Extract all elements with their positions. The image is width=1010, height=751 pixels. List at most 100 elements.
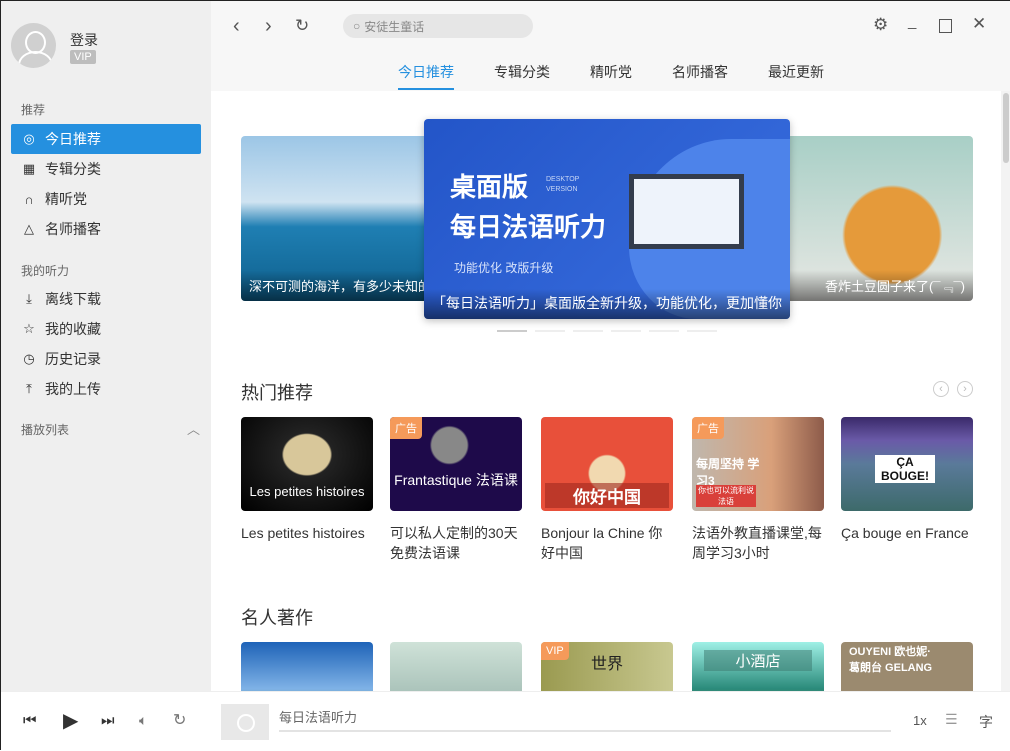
scrollbar[interactable]	[1001, 91, 1010, 691]
maximize-button[interactable]	[939, 19, 952, 33]
album-card[interactable]: Les petites histoires	[241, 417, 373, 511]
next-track-button[interactable]: ⏭	[101, 712, 115, 729]
speed-button[interactable]: 1x	[913, 713, 927, 728]
close-button[interactable]: ✕	[972, 14, 986, 34]
sidebar-item-label: 今日推荐	[45, 129, 101, 149]
card-overlay: 你也可以流利说法语	[696, 485, 756, 507]
album-title[interactable]: 可以私人定制的30天免费法语课	[390, 523, 525, 563]
ad-badge: 广告	[692, 417, 724, 439]
carousel-dot[interactable]	[535, 330, 565, 332]
tab-intensive[interactable]: 精听党	[590, 62, 632, 82]
headphones-icon: ∩	[21, 192, 37, 207]
album-card[interactable]: ÇA BOUGE!	[841, 417, 973, 511]
banner-title: 桌面版	[450, 167, 528, 204]
search-placeholder: 安徒生童话	[364, 18, 424, 35]
banner-title: 每日法语听力	[450, 207, 606, 244]
tab-albums[interactable]: 专辑分类	[494, 62, 550, 82]
avatar[interactable]	[11, 23, 56, 68]
section-title-hot: 热门推荐	[241, 379, 313, 405]
sidebar-item-downloads[interactable]: ⤓ 离线下载	[11, 284, 201, 314]
carousel-dot[interactable]	[649, 330, 679, 332]
carousel-dot[interactable]	[573, 330, 603, 332]
tab-podcasts[interactable]: 名师播客	[672, 62, 728, 82]
chevron-up-icon[interactable]: ︿	[187, 419, 200, 438]
previous-track-button[interactable]: ⏮	[23, 712, 37, 729]
sidebar-item-favorites[interactable]: ☆ 我的收藏	[11, 314, 201, 344]
sidebar-item-uploads[interactable]: ⤒ 我的上传	[11, 374, 201, 404]
banner-right[interactable]: 香炸土豆圆子来了(¯﹃¯)	[771, 136, 973, 301]
tab-today[interactable]: 今日推荐	[398, 62, 454, 82]
next-arrow-button[interactable]: ›	[957, 381, 973, 397]
banner-en: DESKTOPVERSION	[546, 175, 579, 195]
progress-bar[interactable]	[279, 730, 891, 732]
track-cover	[221, 704, 269, 740]
ad-badge: 广告	[390, 417, 422, 439]
refresh-button[interactable]: ↻	[295, 16, 309, 36]
top-bar: ‹ › ↻ ○安徒生童话 ⚙ _ ✕ 今日推荐 专辑分类 精听党 名师播客 最近…	[211, 1, 1010, 91]
gear-icon[interactable]: ⚙	[873, 15, 888, 35]
carousel-dot[interactable]	[611, 330, 641, 332]
sidebar-item-label: 精听党	[45, 189, 87, 209]
banner-caption: 「每日法语听力」桌面版全新升级，功能优化，更加懂你	[424, 289, 790, 319]
playlist-icon[interactable]: ☰	[945, 711, 958, 728]
sidebar-item-history[interactable]: ◷ 历史记录	[11, 344, 201, 374]
album-card[interactable]: 你好中国	[541, 417, 673, 511]
section-title: 我的听力	[21, 262, 69, 279]
vip-badge[interactable]: VIP	[70, 50, 96, 64]
repeat-icon[interactable]: ↻	[173, 710, 186, 730]
upload-icon: ⤒	[21, 381, 37, 397]
download-icon: ⤓	[21, 291, 37, 307]
sidebar-item-label: 专辑分类	[45, 159, 101, 179]
forward-button[interactable]: ›	[265, 15, 272, 38]
card-overlay: 世界	[541, 650, 673, 674]
active-tab-indicator	[398, 88, 454, 90]
carousel-dot-active[interactable]	[497, 330, 527, 332]
album-card[interactable]: 广告 Frantastique 法语课	[390, 417, 522, 511]
banner-left[interactable]: 深不可测的海洋，有多少未知的秘	[241, 136, 441, 301]
sidebar-item-label: 我的收藏	[45, 319, 101, 339]
sidebar-item-albums[interactable]: ▦ 专辑分类	[11, 154, 201, 184]
card-overlay: ÇA BOUGE!	[875, 455, 935, 483]
card-overlay: Les petites histoires	[241, 484, 373, 499]
sidebar-item-label: 我的上传	[45, 379, 101, 399]
album-title[interactable]: 法语外教直播课堂,每周学习3小时	[692, 523, 827, 563]
search-input[interactable]: ○安徒生童话	[343, 14, 533, 38]
banner-center[interactable]: 桌面版 DESKTOPVERSION 每日法语听力 功能优化 改版升级 「每日法…	[424, 119, 790, 319]
card-overlay: 你好中国	[545, 483, 669, 508]
album-title[interactable]: Bonjour la Chine 你好中国	[541, 523, 676, 563]
card-overlay: OUYENI 欧也妮·葛朗台 GELANG	[849, 644, 939, 676]
minimize-button[interactable]: _	[908, 13, 916, 30]
back-button[interactable]: ‹	[233, 15, 240, 38]
album-card[interactable]: 广告每周坚持 学习3你也可以流利说法语	[692, 417, 824, 511]
compass-icon: ◎	[21, 131, 37, 147]
track-title: 每日法语听力	[279, 707, 357, 726]
carousel-dot[interactable]	[687, 330, 717, 332]
star-icon: ☆	[21, 321, 37, 337]
sidebar-item-label: 离线下载	[45, 289, 101, 309]
graduation-cap-icon: △	[21, 221, 37, 237]
card-overlay: Frantastique 法语课	[390, 470, 522, 490]
sidebar-item-label: 历史记录	[45, 349, 101, 369]
grid-icon: ▦	[21, 161, 37, 177]
section-title: 推荐	[21, 101, 45, 118]
sidebar-item-today[interactable]: ◎ 今日推荐	[11, 124, 201, 154]
sidebar: 登录 VIP 推荐 ◎ 今日推荐 ▦ 专辑分类 ∩ 精听党 △ 名师播客 我的听力 ⤓ 离…	[1, 1, 211, 691]
subtitle-button[interactable]: 字	[979, 712, 993, 732]
scrollbar-thumb[interactable]	[1003, 93, 1009, 163]
prev-arrow-button[interactable]: ‹	[933, 381, 949, 397]
play-button[interactable]: ▶	[63, 708, 78, 733]
sidebar-item-label: 名师播客	[45, 219, 101, 239]
banner-subtitle: 功能优化 改版升级	[454, 259, 553, 276]
card-overlay: 小酒店	[704, 650, 812, 671]
login-link[interactable]: 登录	[70, 30, 98, 50]
album-title[interactable]: Ça bouge en France	[841, 523, 976, 543]
card-overlay: 每周坚持 学习3	[696, 455, 766, 489]
clock-icon: ◷	[21, 351, 37, 367]
sidebar-item-podcasts[interactable]: △ 名师播客	[11, 214, 201, 244]
tab-recent[interactable]: 最近更新	[768, 62, 824, 82]
volume-icon[interactable]: 🔈︎	[139, 712, 147, 729]
playlist-section-title[interactable]: 播放列表	[21, 421, 69, 438]
sidebar-item-intensive[interactable]: ∩ 精听党	[11, 184, 201, 214]
section-title-famous: 名人著作	[241, 604, 313, 630]
album-title[interactable]: Les petites histoires	[241, 523, 376, 543]
